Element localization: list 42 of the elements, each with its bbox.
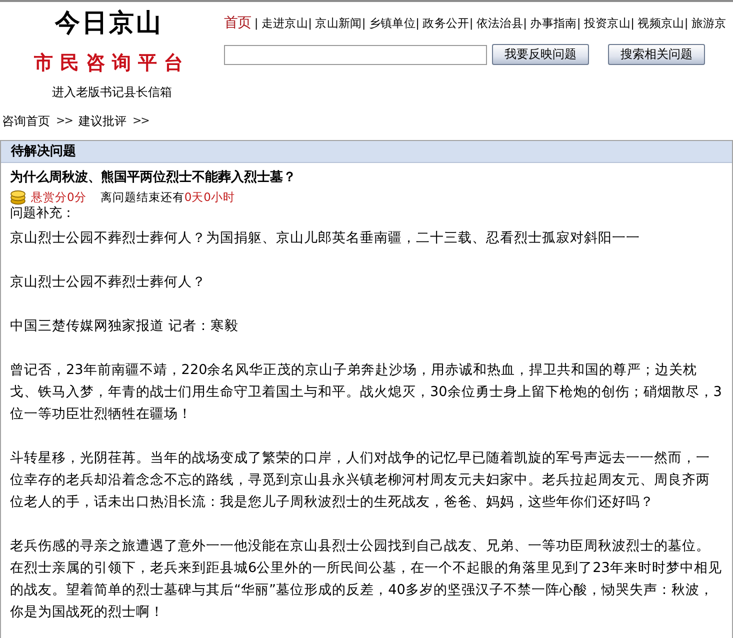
nav-separator: | xyxy=(308,16,312,30)
nav-separator: | xyxy=(469,16,473,30)
nav-link[interactable]: 办事指南 xyxy=(530,16,577,30)
breadcrumb-separator: >> xyxy=(132,113,149,129)
nav-link[interactable]: 政务公开 xyxy=(422,16,470,30)
nav-separator: | xyxy=(576,16,580,30)
nav-link[interactable]: 首页 xyxy=(224,15,252,31)
panel-title: 待解决问题 xyxy=(11,144,76,159)
supplement-label: 问题补充： xyxy=(10,205,76,223)
remaining-time: 0天0小时 xyxy=(184,189,235,205)
old-mailbox-link[interactable]: 进入老版书记县长信箱 xyxy=(52,84,172,101)
nav-separator: | xyxy=(362,16,366,30)
nav-separator: | xyxy=(416,16,420,30)
nav-link[interactable]: 走进京山 xyxy=(261,16,308,30)
nav-link[interactable]: 乡镇单位 xyxy=(368,16,416,30)
nav-separator: | xyxy=(684,16,688,30)
coins-icon xyxy=(10,189,26,205)
search-button[interactable]: 搜索相关问题 xyxy=(608,44,705,65)
nav-separator: | xyxy=(630,16,634,30)
body-paragraph: 斗转星移，光阴荏苒。当年的战场变成了繁荣的口岸，人们对战争的记忆早已随着凯旋的军号声远去一一然而，一位幸存的老兵却沿着念念不忘的路线，寻觅到京山县永兴镇老柳河村周友元夫妇家中。老兵拉起周友元、周良齐两位老人的手，话未出口热泪长流：我是您儿子周秋波烈士的生死战友，爸爸、妈妈，这些年你们还好吗？ xyxy=(10,449,711,512)
nav-link[interactable]: 投资京山 xyxy=(584,16,631,30)
nav-separator: | xyxy=(254,16,258,30)
body-paragraph: 京山烈士公园不葬烈士葬何人？为国捐躯、京山儿郎英名垂南疆，二十三载、忍看烈士孤寂对斜阳一一 xyxy=(10,229,641,248)
breadcrumb-link[interactable]: 咨询首页 xyxy=(2,112,50,130)
nav-link[interactable]: 视频京山 xyxy=(638,16,684,30)
site-logo-text[interactable]: 今日京山 xyxy=(55,8,163,38)
reward-points: 悬赏分0分 xyxy=(31,189,86,205)
body-paragraph: 中国三楚传媒网独家报道 记者：寒毅 xyxy=(10,317,240,336)
nav-separator: | xyxy=(523,16,527,30)
breadcrumb-link[interactable]: 建议批评 xyxy=(78,112,126,130)
platform-title: 市民咨询平台 xyxy=(34,51,190,76)
nav-link[interactable]: 旅游京 xyxy=(691,16,726,30)
body-paragraph: 曾记否，23年前南疆不靖，220余名风华正茂的京山子弟奔赴沙场，用赤诚和热血，捍卫共和国的尊严；边关枕戈、铁马入梦，年青的战士们用生命守卫着国土与和平。战火熄灭，30余位勇士身上留下枪炮的创伤；硝烟散尽，3位一等功臣壮烈牺牲在疆场！ xyxy=(10,361,723,424)
search-button[interactable]: 我要反映问题 xyxy=(492,44,589,65)
nav-link[interactable]: 依法治县 xyxy=(476,16,524,30)
question-title: 为什么周秋波、熊国平两位烈士不能葬入烈士墓？ xyxy=(10,168,297,187)
nav-link[interactable]: 京山新闻 xyxy=(315,16,362,30)
body-paragraph: 京山烈士公园不葬烈士葬何人？ xyxy=(10,273,207,292)
body-paragraph: 老兵伤感的寻亲之旅遭遇了意外一一他没能在京山县烈士公园找到自己战友、兄弟、一等功臣周秋波烈士的墓位。在烈士亲属的引领下，老兵来到距县城6公里外的一所民间公墓，在一个不起眼的角落里见到了23年来时时梦中相见的战友。望着简单的烈士墓碑与其后“华丽”墓位形成的反差，40多岁的坚强汉子不禁一阵心酸，恸哭失声：秋波，你是为国战死的烈士啊！ xyxy=(10,537,723,622)
remaining-label: 离问题结束还有 xyxy=(100,189,184,205)
breadcrumb-separator: >> xyxy=(56,113,72,129)
search-field[interactable] xyxy=(224,44,487,64)
